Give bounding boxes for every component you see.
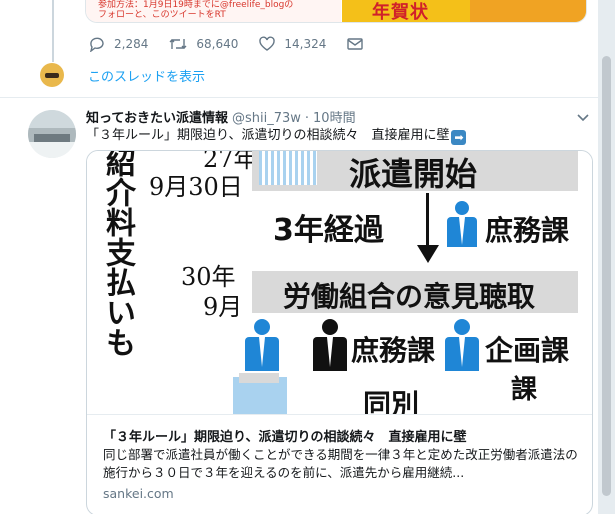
scrollbar-thumb[interactable] <box>602 56 611 496</box>
tweet-divider <box>0 97 598 98</box>
nengajo-label: 年賀状 <box>372 2 429 23</box>
show-thread-row[interactable]: このスレッドを表示 <box>40 62 205 88</box>
previous-media-text: 参加方法：1月9日19時までに@freelife_blogの <box>98 0 294 10</box>
tweet-text-body: 「３年ルール」期限迫り、派遣切りの相談続々 直接雇用に壁 <box>86 128 450 143</box>
striped-person <box>259 151 317 185</box>
tweet-text: 「３年ルール」期限迫り、派遣切りの相談続々 直接雇用に壁 ➡ <box>86 127 586 145</box>
reply-icon <box>90 37 104 52</box>
thread-avatar <box>40 63 64 87</box>
thread-connector-line <box>52 0 54 62</box>
right-arrow-emoji-icon: ➡ <box>451 130 467 145</box>
like-count: 14,324 <box>284 37 327 51</box>
box-bottom-left-inner <box>239 373 279 383</box>
box-top-label: 派遣開始 <box>349 155 478 193</box>
label-kikaku: 企画課 <box>485 334 570 367</box>
person-icon-blue-1 <box>447 201 477 247</box>
retweet-count: 68,640 <box>196 37 239 51</box>
heart-icon <box>259 36 276 51</box>
date1: 9月30日 <box>149 173 243 201</box>
person-icon-blue-2 <box>245 319 279 371</box>
down-arrow-head <box>417 245 439 263</box>
timeline: 参加方法：1月9日19時までに@freelife_blogの フォローと、このツ… <box>0 0 598 514</box>
box-middle-label: 労働組合の意見聴取 <box>283 280 536 313</box>
previous-media-text-2: フォローと、このツイートをRT <box>98 10 226 20</box>
previous-tweet-media[interactable]: 参加方法：1月9日19時までに@freelife_blogの フォローと、このツ… <box>85 0 587 23</box>
label-shomu-1: 庶務課 <box>485 214 570 247</box>
separator-dot: · <box>304 111 310 126</box>
previous-media-right-panel: 年賀状 <box>342 0 586 22</box>
vertical-text: 紹介料支払いも <box>100 151 135 357</box>
label-dobetsu: 同別 <box>363 388 420 414</box>
like-action[interactable]: 14,324 <box>258 36 326 52</box>
chevron-down-icon[interactable] <box>575 110 591 126</box>
link-card[interactable]: 紹介料支払いも 27年 9月30日 派遣開始 3年経過 庶務課 30年 9月 労… <box>86 150 593 514</box>
user-handle[interactable]: @shii_73w <box>232 111 301 126</box>
retweet-icon <box>169 39 187 49</box>
person-icon-blue-3 <box>445 319 479 371</box>
down-arrow <box>426 193 429 251</box>
retweet-action[interactable]: 68,640 <box>168 36 238 52</box>
dm-action[interactable] <box>346 36 372 52</box>
previous-media-left-panel: 参加方法：1月9日19時までに@freelife_blogの フォローと、このツ… <box>86 0 341 22</box>
timestamp[interactable]: 10時間 <box>313 107 356 126</box>
label-3years: 3年経過 <box>273 213 384 248</box>
decoration <box>470 0 586 22</box>
previous-tweet-actions: 2,284 68,640 14,324 <box>88 34 392 54</box>
person-icon-black <box>313 319 347 371</box>
tweet-header: 知っておきたい派遣情報 @shii_73w · 10時間 <box>86 107 356 127</box>
reply-count: 2,284 <box>114 37 149 51</box>
card-domain: sankei.com <box>103 486 174 501</box>
reply-action[interactable]: 2,284 <box>88 36 148 52</box>
avatar[interactable] <box>28 110 76 158</box>
envelope-icon <box>347 38 364 50</box>
label-shomu-2: 庶務課 <box>351 334 436 367</box>
card-body: 「３年ルール」期限迫り、派遣切りの相談続々 直接雇用に壁 同じ部署で派遣社員が働… <box>87 414 592 514</box>
card-image: 紹介料支払いも 27年 9月30日 派遣開始 3年経過 庶務課 30年 9月 労… <box>87 151 592 414</box>
date2-month: 9月 <box>203 293 243 321</box>
show-thread-link[interactable]: このスレッドを表示 <box>88 66 205 85</box>
card-title: 「３年ルール」期限迫り、派遣切りの相談続々 直接雇用に壁 <box>103 430 467 445</box>
user-name[interactable]: 知っておきたい派遣情報 <box>86 107 228 126</box>
card-description: 同じ部署で派遣社員が働くことができる期間を一律３年と定めた改正労働者派遣法の施行… <box>103 447 578 480</box>
label-ka: 課 <box>511 375 538 405</box>
